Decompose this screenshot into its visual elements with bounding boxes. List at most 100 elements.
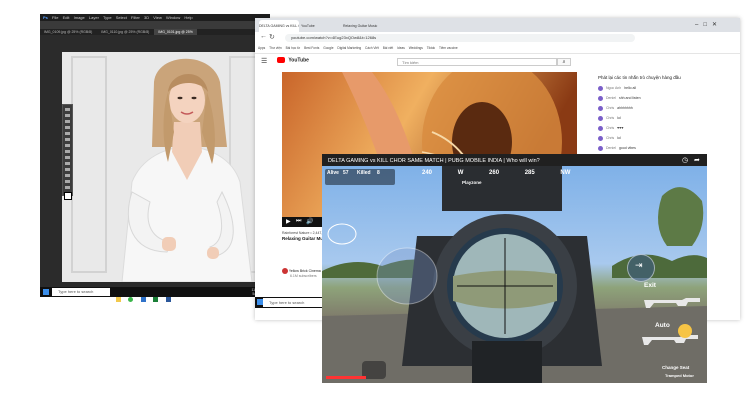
video-progress-bar[interactable] [326,376,366,379]
chrome-tab-active[interactable]: DELTA GAMING vs KILL CHOR... [259,20,299,32]
youtube-logo[interactable]: YouTube [277,57,309,63]
chat-message: Deniel shh and listen [598,95,738,102]
compass-tick: 260 [489,170,500,176]
chat-message: Chris ♥♥♥ [598,125,738,132]
share-icon[interactable]: ➦ [694,156,700,164]
exit-vehicle-button[interactable]: ⇥ [627,254,655,282]
eraser-tool-icon[interactable] [65,156,70,159]
game-video-window[interactable]: DELTA GAMING vs KILL CHOR SAME MATCH | P… [322,154,707,383]
crop-tool-icon[interactable] [65,126,70,129]
chat-title[interactable]: Phát lại các tin nhắn trò chuyện hàng đầ… [598,75,681,80]
player-name: Playzone [462,180,482,185]
alive-count: 57 [343,170,349,176]
lasso-tool-icon[interactable] [65,120,70,123]
compass-bar: 240 W 260 285 NW [422,170,612,176]
chat-message: Deniel good vibes [598,145,738,152]
stamp-tool-icon[interactable] [65,150,70,153]
menu-help[interactable]: Help [184,15,192,20]
fire-button[interactable] [678,324,692,338]
doc-tab-3[interactable]: IMG_0101.jpg @ 25% [154,29,197,35]
move-tool-icon[interactable] [65,108,70,111]
channel-avatar[interactable] [282,268,288,274]
bookmark-item[interactable]: Bài học từ [286,46,301,50]
menu-filter[interactable]: Filter [131,15,140,20]
hamburger-menu-icon[interactable]: ☰ [261,57,267,65]
photoshop-options-bar [40,21,270,29]
photo-canvas[interactable] [62,52,270,282]
menu-type[interactable]: Type [103,15,112,20]
change-seat-button[interactable]: Change Seat [662,365,689,370]
youtube-search-input[interactable]: Tìm kiếm [397,58,557,66]
chat-avatar [598,105,603,111]
menu-edit[interactable]: Edit [63,15,70,20]
chat-message: Chris lol [598,115,738,122]
address-bar[interactable]: youtube.com/watch?v=4Eug23xQOw8&t=1268s [285,34,635,42]
vehicle-name: Tramped Motor [665,373,694,378]
bookmark-item[interactable]: Bài viết [383,46,393,50]
explorer-icon[interactable] [116,297,121,302]
search-icon[interactable]: ⌕ [557,58,571,66]
bookmark-item[interactable]: Weddings [409,46,423,50]
chrome-icon[interactable] [128,297,134,302]
clock-icon[interactable]: ◷ [682,156,688,164]
compass-tick: W [457,170,464,176]
chat-avatar [598,115,603,121]
color-swatch-icon[interactable] [63,192,72,200]
bookmark-item[interactable]: Best Fonts [304,46,319,50]
eyedropper-tool-icon[interactable] [65,132,70,135]
volume-icon[interactable]: 🔊 [306,218,313,225]
chat-avatar [598,125,603,131]
taskbar-search-box[interactable]: Type here to search [52,288,110,296]
menu-layer[interactable]: Layer [89,15,99,20]
bookmark-item[interactable]: Google [323,46,333,50]
pen-tool-icon[interactable] [65,168,70,171]
menu-3d[interactable]: 3D [144,15,149,20]
bookmark-item[interactable]: Ideas [397,46,405,50]
chrome-tab[interactable]: Relaxing Guitar Music [343,20,383,32]
back-arrow-icon[interactable]: ← [260,33,267,40]
chrome-tab[interactable]: YouTube [301,20,341,32]
chat-avatar [598,85,603,91]
zoom-tool-icon[interactable] [65,186,70,189]
bookmark-item[interactable]: Thư viện [269,46,282,50]
chat-avatar [598,145,603,151]
chat-avatar [598,135,603,141]
brush-tool-icon[interactable] [65,144,70,147]
youtube-logo-text: YouTube [288,57,309,64]
compass-tick: 240 [422,170,433,176]
window-controls[interactable]: –□✕ [695,21,722,28]
type-tool-icon[interactable] [65,174,70,177]
menu-window[interactable]: Window [166,15,180,20]
bookmark-item[interactable]: Tiktok [427,46,435,50]
play-icon[interactable]: ▶ [286,218,291,225]
healing-tool-icon[interactable] [65,138,70,141]
fire-mode-label[interactable]: Auto [655,322,670,329]
reload-icon[interactable]: ↻ [269,33,275,41]
photoshop-window: Ps File Edit Image Layer Type Select Fil… [40,14,270,297]
next-icon[interactable]: ⏭ [296,218,301,225]
marquee-tool-icon[interactable] [65,114,70,117]
exit-label: Exit [644,282,656,289]
bookmark-item[interactable]: Cách Viết [365,46,379,50]
menu-image[interactable]: Image [74,15,85,20]
weapon-slot-1[interactable] [642,294,702,310]
gradient-tool-icon[interactable] [65,162,70,165]
word-icon[interactable] [165,297,171,302]
hand-tool-icon[interactable] [65,180,70,183]
alive-label: Alive [327,170,339,176]
windows-start-icon[interactable] [43,289,49,295]
bookmark-item[interactable]: Apps [258,46,265,50]
compass-tick: NW [560,170,571,176]
channel-name[interactable]: Yellow Brick Cinema [289,269,321,273]
bookmark-item[interactable]: Tiêm vaccine [439,46,458,50]
photoshop-toolbox[interactable] [62,104,73,200]
menu-view[interactable]: View [153,15,162,20]
doc-tab-1[interactable]: IMG_0109.jpg @ 25% (RGB/8) [40,29,96,35]
menu-select[interactable]: Select [116,15,127,20]
menu-file[interactable]: File [52,15,58,20]
bookmark-item[interactable]: Digital Marketing [337,46,361,50]
excel-icon[interactable] [153,297,159,302]
taskbar-search-box[interactable]: Type here to search [263,298,323,307]
photoshop-taskbar-icon[interactable] [140,297,146,302]
doc-tab-2[interactable]: IMG_0110.jpg @ 25% (RGB/8) [97,29,153,35]
